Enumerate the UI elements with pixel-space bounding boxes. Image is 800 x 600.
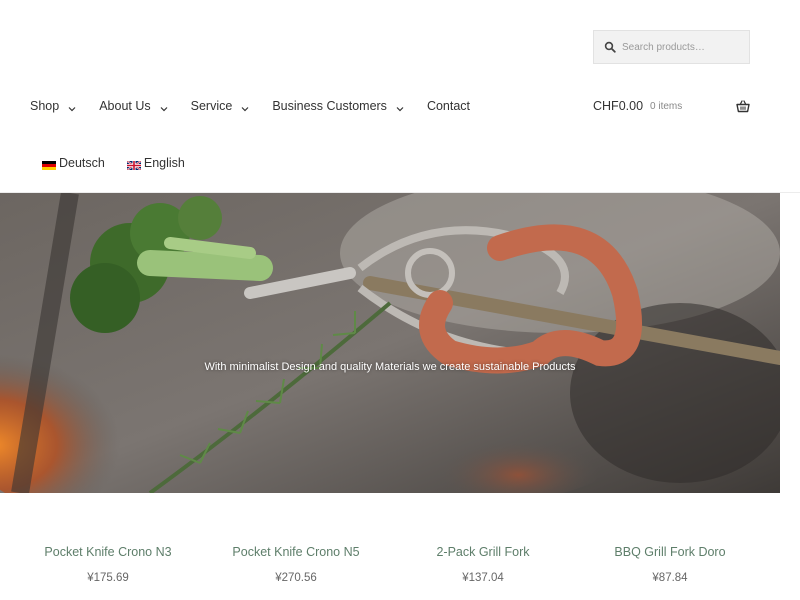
product-title-link[interactable]: 2-Pack Grill Fork	[393, 545, 573, 559]
language-label: English	[143, 156, 185, 170]
chevron-down-icon	[241, 102, 249, 112]
language-label: Deutsch	[59, 156, 105, 170]
nav-item-label: Business Customers	[272, 99, 387, 113]
uk-flag-icon	[126, 159, 142, 171]
hero-image	[0, 193, 780, 493]
product-price: ¥175.69	[87, 572, 129, 584]
search-icon	[604, 41, 616, 53]
nav-item-label: Service	[190, 99, 233, 113]
chevron-down-icon	[160, 102, 168, 112]
nav-item-label: Shop	[30, 99, 60, 113]
nav-item-about-us[interactable]: About Us	[99, 99, 168, 113]
product-card: Pocket Knife Crono N5 ¥270.56	[206, 545, 386, 584]
search-input[interactable]	[622, 41, 742, 53]
product-card: BBQ Grill Fork Doro ¥87.84	[580, 545, 760, 584]
chevron-down-icon	[68, 102, 76, 112]
language-english[interactable]: English	[126, 156, 185, 171]
nav-item-label: About Us	[99, 99, 151, 113]
cart-amount: CHF0.00	[593, 99, 644, 113]
nav-item-business-customers[interactable]: Business Customers	[272, 99, 404, 113]
product-card: Pocket Knife Crono N3 ¥175.69	[18, 545, 198, 584]
nav-item-shop[interactable]: Shop	[30, 99, 76, 113]
nav-item-label: Contact	[426, 99, 471, 113]
language-switcher: Deutsch English	[42, 155, 207, 171]
product-title-link[interactable]: BBQ Grill Fork Doro	[580, 545, 760, 559]
chevron-down-icon	[396, 102, 404, 112]
product-price: ¥137.04	[462, 572, 504, 584]
nav-item-contact[interactable]: Contact	[427, 99, 470, 113]
search-box[interactable]	[593, 30, 750, 64]
cart-item-count: 0 items	[650, 100, 683, 112]
product-title-link[interactable]: Pocket Knife Crono N3	[18, 545, 198, 559]
language-deutsch[interactable]: Deutsch	[42, 156, 105, 170]
hero-banner: With minimalist Design and quality Mater…	[0, 193, 780, 493]
basket-icon[interactable]	[736, 99, 750, 113]
product-title-link[interactable]: Pocket Knife Crono N5	[206, 545, 386, 559]
nav-item-service[interactable]: Service	[191, 99, 250, 113]
product-card: 2-Pack Grill Fork ¥137.04	[393, 545, 573, 584]
product-price: ¥270.56	[275, 572, 317, 584]
hero-tagline: With minimalist Design and quality Mater…	[204, 361, 576, 373]
cart-link[interactable]: CHF0.00 0 items	[593, 96, 750, 116]
german-flag-icon	[42, 159, 56, 170]
product-price: ¥87.84	[652, 572, 688, 584]
primary-nav: Shop About Us Service Business Customers…	[30, 96, 493, 116]
